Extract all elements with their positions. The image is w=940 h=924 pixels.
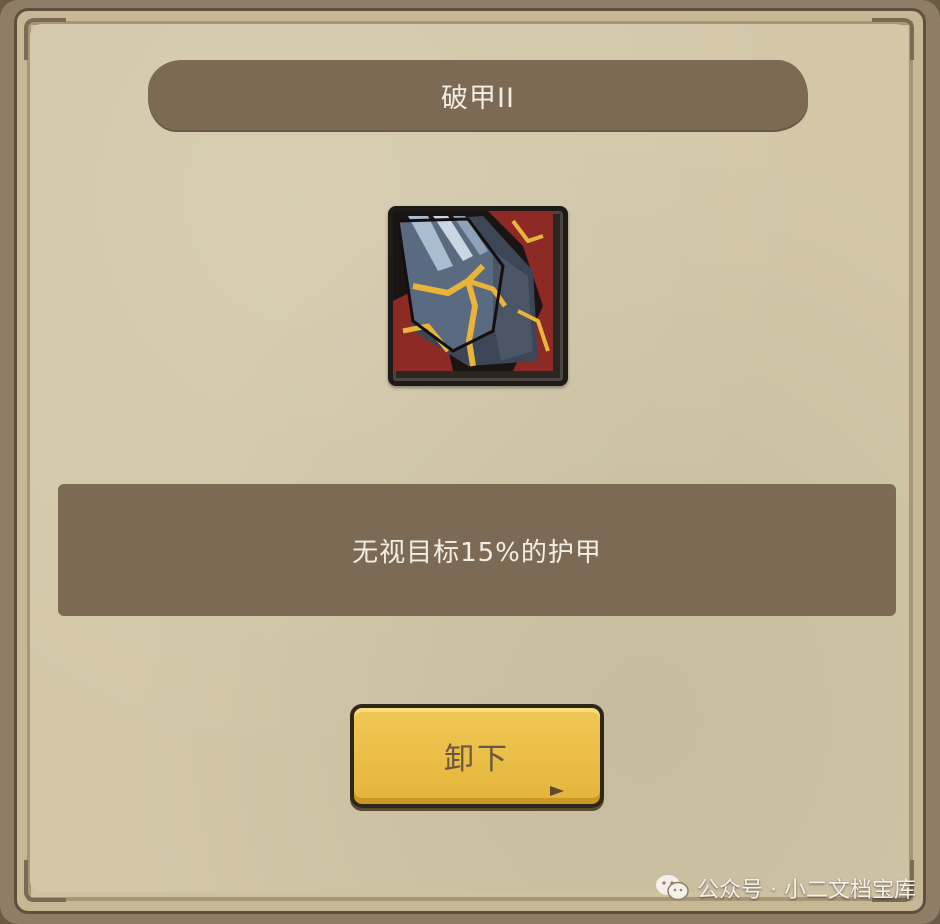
corner-ornament-bottom-left xyxy=(24,860,66,902)
unequip-button-label: 卸下 xyxy=(444,742,510,777)
armor-break-icon xyxy=(393,211,553,371)
skill-icon-frame xyxy=(388,206,568,386)
skill-description: 无视目标15%的护甲 xyxy=(352,537,602,568)
watermark: 公众号 · 小二文档宝库 xyxy=(655,872,916,904)
corner-ornament-top-right xyxy=(872,18,914,60)
skill-title: 破甲II xyxy=(441,82,515,114)
description-box: 无视目标15%的护甲 xyxy=(58,484,896,616)
corner-ornament-top-left xyxy=(24,18,66,60)
button-notch-decoration xyxy=(550,786,564,796)
wechat-icon xyxy=(656,875,689,901)
unequip-button[interactable]: 卸下 xyxy=(350,704,604,808)
watermark-text: 公众号 · 小二文档宝库 xyxy=(697,878,916,903)
title-banner: 破甲II xyxy=(148,60,808,130)
